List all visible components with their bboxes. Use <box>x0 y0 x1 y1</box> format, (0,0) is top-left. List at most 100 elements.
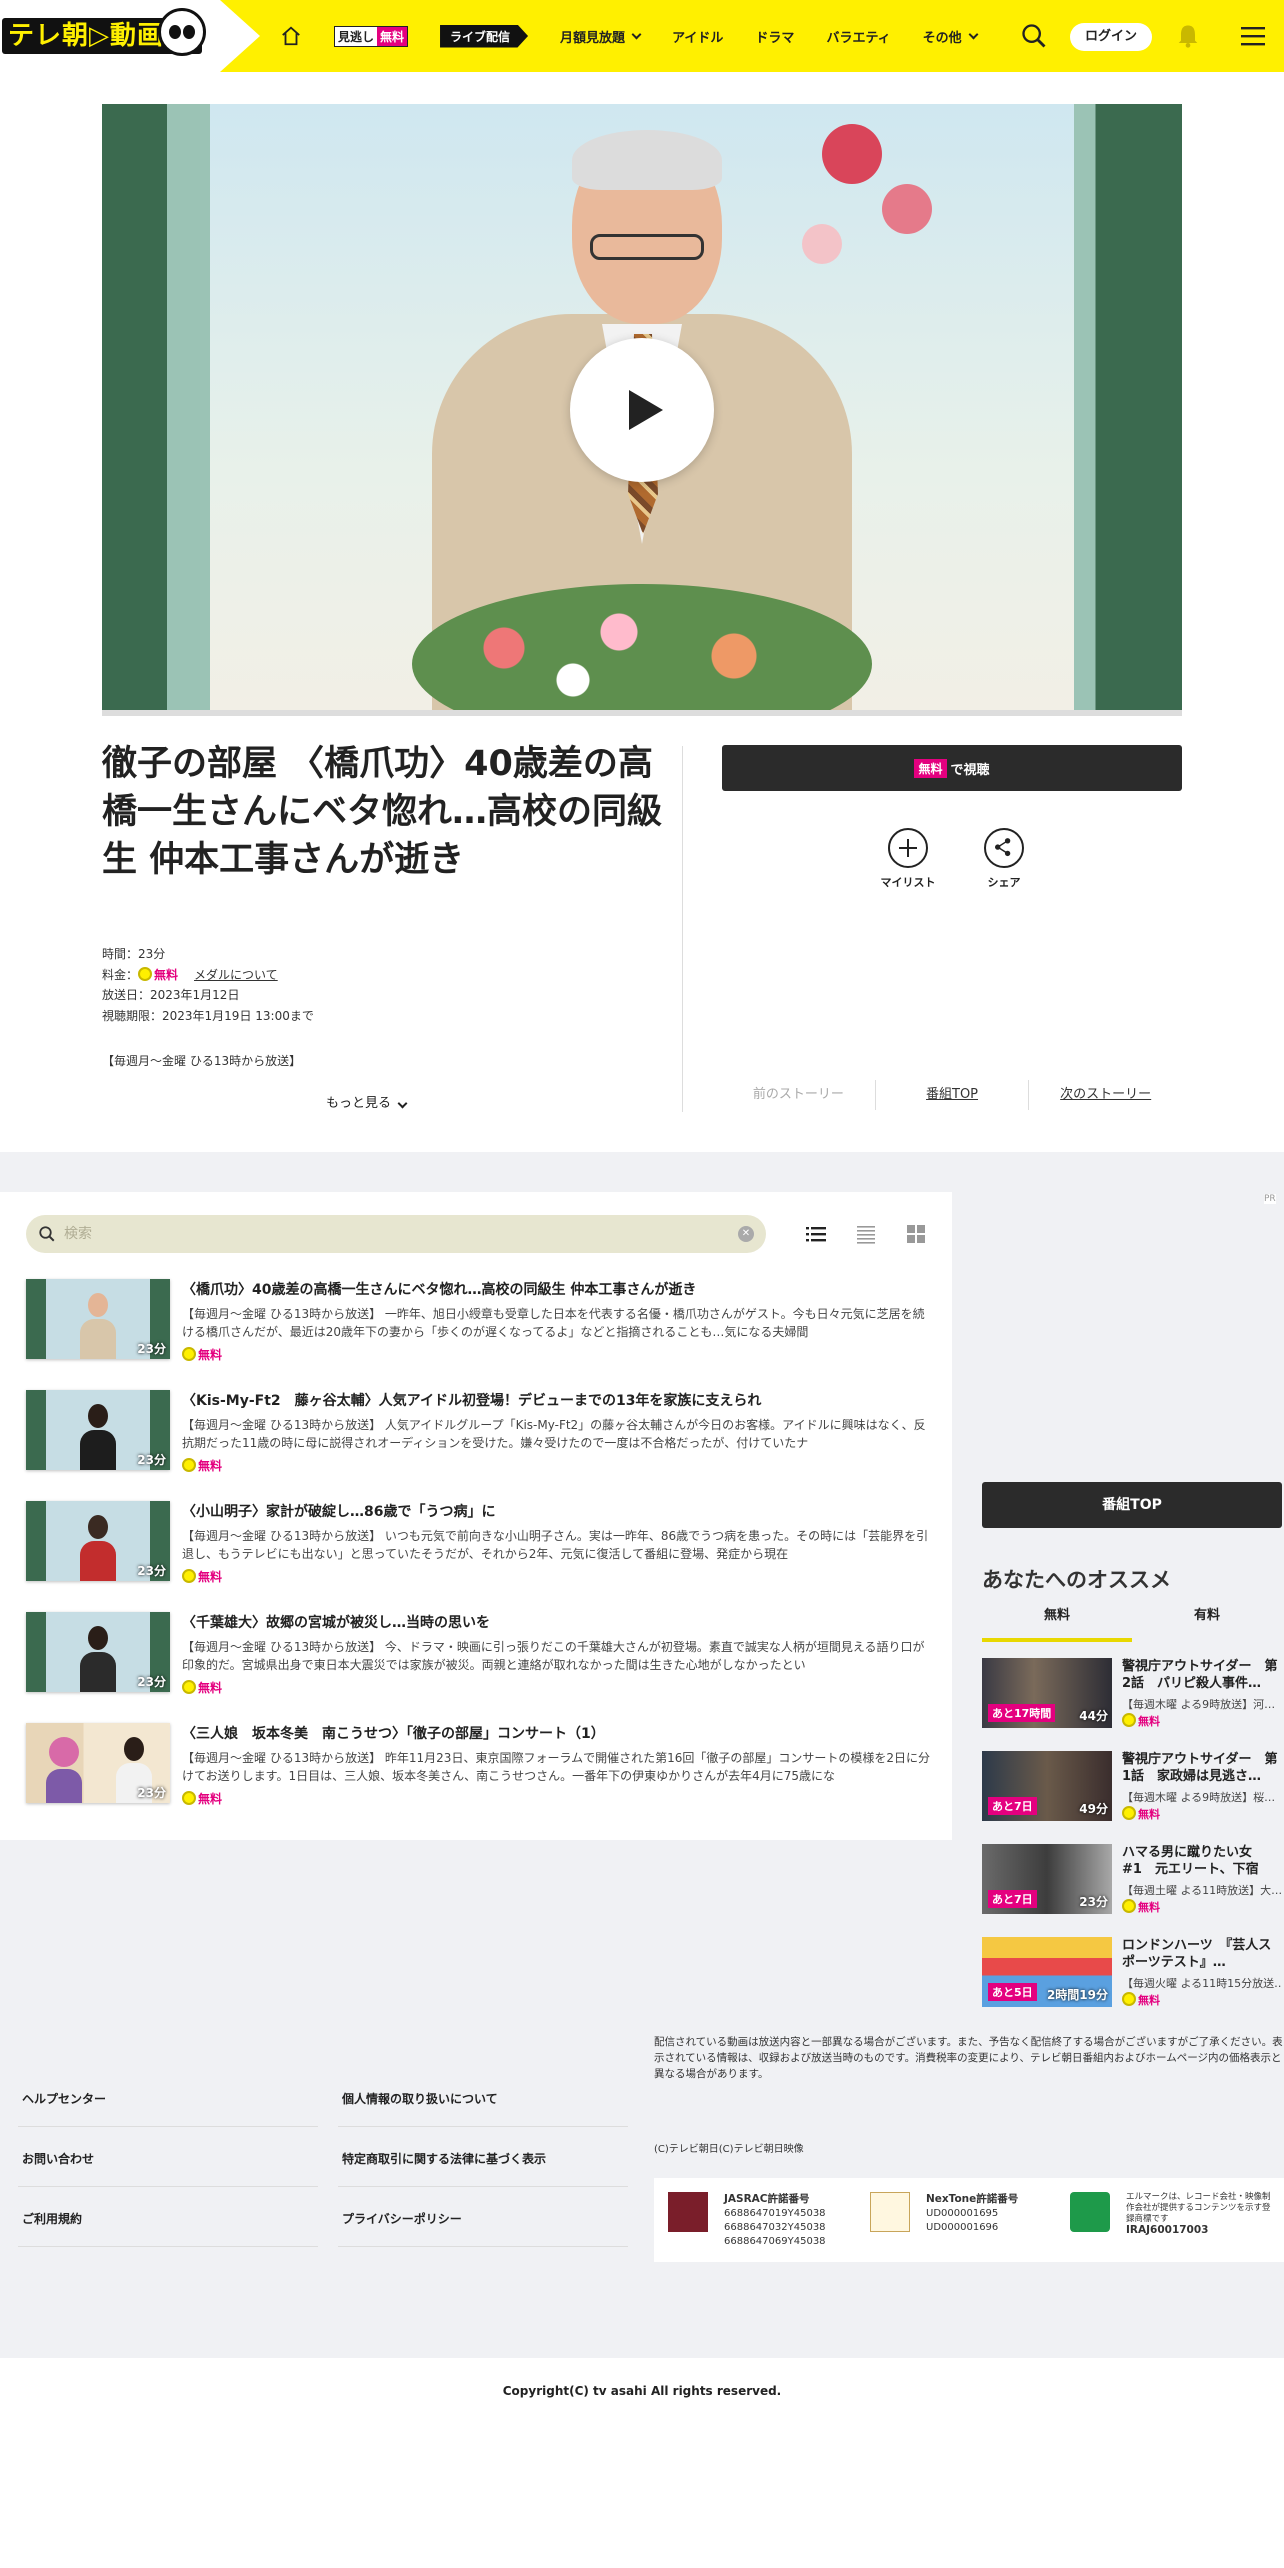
recommend-item[interactable]: あと7日 23分 ハマる男に蹴りたい女 #1 元エリート、下宿の… 【毎週土曜 よ… <box>982 1844 1282 1916</box>
divider <box>338 2246 628 2247</box>
plus-icon <box>888 828 928 868</box>
search-icon[interactable] <box>1020 22 1048 50</box>
share-icon <box>984 828 1024 868</box>
bell-icon[interactable] <box>1174 22 1202 50</box>
mino-free-label: 無料 <box>377 26 408 46</box>
price-label: 料金： <box>102 967 139 982</box>
logo-area: テレ朝▷動画 <box>0 0 260 72</box>
recommend-desc: 【毎週木曜 よる9時放送】桜… <box>1122 1791 1276 1804</box>
program-top-link[interactable]: 番組TOP <box>876 1080 1029 1110</box>
lmark-logo-icon <box>1070 2192 1110 2232</box>
episode-description: 【毎週月～金曜 ひる13時から放送】 今、ドラマ・映画に引っ張りだこの千葉雄大さ… <box>182 1640 925 1672</box>
recommend-item[interactable]: あと5日 2時間19分 ロンドンハーツ 『芸人スポーツテスト』… 【毎週火曜 よる… <box>982 1937 1282 2009</box>
medal-link[interactable]: メダルについて <box>194 968 278 982</box>
remaining-badge: あと7日 <box>988 1797 1037 1815</box>
episode-free: 無料 <box>182 1568 222 1585</box>
footer-terms-link[interactable]: ご利用規約 <box>22 2210 82 2227</box>
list-view-icon[interactable] <box>806 1224 826 1244</box>
video-progress-bar[interactable] <box>102 710 1182 716</box>
recommend-item[interactable]: あと7日 49分 警視庁アウトサイダー 第1話 家政婦は見逃さ… 【毎週木曜 よる… <box>982 1751 1282 1823</box>
recommend-thumbnail: あと17時間 44分 <box>982 1658 1112 1728</box>
nav-variety[interactable]: バラエティ <box>826 27 890 46</box>
episode-description: 【毎週月～金曜 ひる13時から放送】 人気アイドルグループ「Kis-My-Ft2… <box>182 1418 926 1450</box>
footer-privacy-handling-link[interactable]: 個人情報の取り扱いについて <box>342 2090 498 2107</box>
nav-drama[interactable]: ドラマ <box>755 27 794 46</box>
logo-text: テレ朝▷動画 <box>8 21 164 51</box>
episode-item[interactable]: 23分 〈小山明子〉家計が破綻し…86歳で「うつ病」に 【毎週月～金曜 ひる13… <box>26 1501 932 1597</box>
program-top-button[interactable]: 番組TOP <box>982 1482 1282 1528</box>
coin-icon <box>1122 1899 1136 1913</box>
recommend-free: 無料 <box>1122 1713 1160 1729</box>
nav-mino[interactable]: 見逃し 無料 <box>334 25 409 47</box>
nav-monthly[interactable]: 月額見放題 <box>560 27 642 46</box>
episode-title: 〈千葉雄大〉故郷の宮城が被災し…当時の思いを <box>182 1615 490 1631</box>
recommend-free-label: 無料 <box>1138 1715 1160 1728</box>
jasrac-number: 6688647019Y45038 <box>724 2208 826 2219</box>
share-button[interactable]: シェア <box>964 828 1044 890</box>
episode-title: 〈橋爪功〉40歳差の高橋一生さんにベタ惚れ…高校の同級生 仲本工事さんが逝き <box>182 1282 697 1298</box>
divider <box>18 2126 318 2127</box>
mylist-button[interactable]: マイリスト <box>868 828 948 890</box>
recommend-title-text: 警視庁アウトサイダー 第1話 家政婦は見逃さ… <box>1122 1752 1278 1784</box>
search-input[interactable] <box>64 1215 704 1253</box>
episode-item[interactable]: 23分 〈Kis-My-Ft2 藤ヶ谷太輔〉人気アイドル初登場！デビューまでの1… <box>26 1390 932 1486</box>
nextone-title: NexTone許諾番号 <box>926 2193 1019 2205</box>
nav-home[interactable] <box>280 25 302 47</box>
compact-view-icon[interactable] <box>856 1224 876 1244</box>
footer-privacy-policy-link[interactable]: プライバシーポリシー <box>342 2210 462 2227</box>
home-icon <box>282 26 300 46</box>
recommend-desc: 【毎週木曜 よる9時放送】河… <box>1122 1698 1276 1711</box>
video-player[interactable] <box>102 104 1182 714</box>
episode-thumbnail: 23分 <box>26 1501 170 1581</box>
watch-label: で視聴 <box>950 762 990 778</box>
nextone-logo-icon <box>870 2192 910 2232</box>
episode-item[interactable]: 23分 〈橋爪功〉40歳差の高橋一生さんにベタ惚れ…高校の同級生 仲本工事さんが… <box>26 1279 932 1375</box>
episode-item[interactable]: 23分 〈千葉雄大〉故郷の宮城が被災し…当時の思いを 【毎週月～金曜 ひる13時… <box>26 1612 932 1708</box>
nav-live[interactable]: ライブ配信 <box>440 24 529 48</box>
watch-button[interactable]: 無料 で視聴 <box>722 745 1182 791</box>
play-button[interactable] <box>570 338 714 482</box>
hamburger-menu-icon[interactable] <box>1240 24 1266 48</box>
program-schedule: 【毎週月～金曜 ひる13時から放送】 <box>102 1054 302 1068</box>
more-button[interactable]: もっと見る <box>326 1092 408 1111</box>
recommend-free-label: 無料 <box>1138 1901 1160 1914</box>
episode-free: 無料 <box>182 1790 222 1807</box>
clear-icon[interactable]: ✕ <box>738 1226 754 1242</box>
price-value: 無料 <box>154 967 179 982</box>
recommend-free: 無料 <box>1122 1992 1160 2008</box>
coin-icon <box>1122 1992 1136 2006</box>
episode-title: 〈小山明子〉家計が破綻し…86歳で「うつ病」に <box>182 1504 496 1520</box>
tab-free[interactable]: 無料 <box>982 1598 1132 1642</box>
next-story-link[interactable]: 次のストーリー <box>1029 1080 1182 1110</box>
footer-contact-link[interactable]: お問い合わせ <box>22 2150 94 2167</box>
episode-free-label: 無料 <box>198 1792 223 1806</box>
coin-icon <box>182 1458 196 1472</box>
duration: 時間：23分 <box>102 947 166 961</box>
recommend-free: 無料 <box>1122 1899 1160 1915</box>
site-header: テレ朝▷動画 見逃し 無料 ライブ配信 月額見放題 アイドル ドラマ バラエティ … <box>0 0 1284 72</box>
recommend-desc: 【毎週火曜 よる11時15分放送… <box>1122 1977 1282 1990</box>
recommend-title-text: 警視庁アウトサイダー 第2話 パリピ殺人事件… <box>1122 1659 1278 1691</box>
episode-description: 【毎週月～金曜 ひる13時から放送】 昨年11月23日、東京国際フォーラムで開催… <box>182 1751 930 1783</box>
episode-thumbnail: 23分 <box>26 1279 170 1359</box>
tab-paid[interactable]: 有料 <box>1132 1598 1282 1642</box>
episode-search: ✕ <box>26 1215 766 1253</box>
grid-view-icon[interactable] <box>906 1224 926 1244</box>
lmark-block: エルマークは、レコード会社・映像制作会社が提供するコンテンツを示す登録商標です I… <box>1070 2192 1280 2252</box>
site-logo[interactable]: テレ朝▷動画 <box>2 8 206 56</box>
footer-commerce-law-link[interactable]: 特定商取引に関する法律に基づく表示 <box>342 2150 546 2167</box>
search-icon <box>39 1226 55 1242</box>
mascot-icon <box>158 8 206 56</box>
nav-other-label: その他 <box>922 30 962 46</box>
episode-description: 【毎週月～金曜 ひる13時から放送】 一昨年、旭日小綬章も受章した日本を代表する… <box>182 1307 925 1339</box>
nav-other[interactable]: その他 <box>922 27 979 46</box>
login-button[interactable]: ログイン <box>1070 23 1152 51</box>
footer-help-link[interactable]: ヘルプセンター <box>22 2090 106 2107</box>
nav-idol[interactable]: アイドル <box>672 27 723 46</box>
recommend-item[interactable]: あと17時間 44分 警視庁アウトサイダー 第2話 パリピ殺人事件… 【毎週木曜 … <box>982 1658 1282 1730</box>
share-label: シェア <box>987 876 1021 889</box>
episode-item[interactable]: 23分 〈三人娘 坂本冬美 南こうせつ〉「徹子の部屋」コンサート（1） 【毎週月… <box>26 1723 932 1819</box>
episode-free: 無料 <box>182 1346 222 1363</box>
lmark-text: エルマークは、レコード会社・映像制作会社が提供するコンテンツを示す登録商標です <box>1126 2192 1271 2224</box>
recommend-title-text: ハマる男に蹴りたい女 #1 元エリート、下宿の… <box>1122 1845 1265 1877</box>
